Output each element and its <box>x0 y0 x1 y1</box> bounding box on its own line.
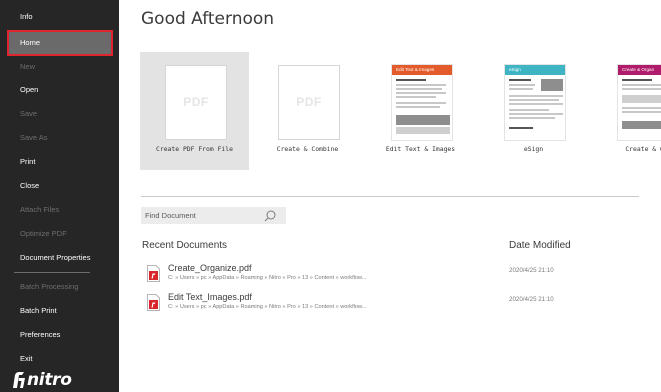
sidebar-item-batch-print[interactable]: Batch Print <box>8 299 112 323</box>
recent-documents-heading: Recent Documents <box>142 240 228 251</box>
date-modified-heading: Date Modified <box>509 240 571 251</box>
document-thumbnail: Create & Organ <box>617 64 661 141</box>
sidebar-item-document-properties[interactable]: Document Properties <box>8 246 112 270</box>
page-title: Good Afternoon <box>141 9 275 29</box>
sidebar-item-optimize-pdf[interactable]: Optimize PDF <box>8 222 112 246</box>
tile-label: Edit Text & Images <box>385 145 456 153</box>
tile-create-and-organize[interactable]: Create & Organ Create & Or <box>592 52 661 170</box>
find-document-search[interactable]: Find Document <box>141 207 286 224</box>
blank-pdf-thumbnail: PDF <box>165 65 227 140</box>
tile-esign[interactable]: eSign eSign <box>479 52 588 170</box>
sidebar-item-batch-processing[interactable]: Batch Processing <box>8 275 112 299</box>
main-panel: Good Afternoon PDF Create PDF From File … <box>119 0 661 392</box>
sidebar-item-print[interactable]: Print <box>8 150 112 174</box>
nitro-logo-icon <box>10 371 26 389</box>
document-name[interactable]: Create_Organize.pdf <box>168 263 252 273</box>
tile-label: Create & Combine <box>276 145 339 153</box>
sidebar-item-info[interactable]: Info <box>8 5 112 29</box>
sidebar-item-save[interactable]: Save <box>8 102 112 126</box>
recent-document-row[interactable]: Edit Text_Images.pdf C: » Users » pc » A… <box>141 291 621 317</box>
pdf-file-icon <box>147 265 160 282</box>
sidebar-divider <box>14 272 90 273</box>
document-path: C: » Users » pc » AppData » Roaming » Ni… <box>168 275 367 281</box>
blank-pdf-thumbnail: PDF <box>278 65 340 140</box>
document-thumbnail: Edit Text & Images <box>391 64 453 141</box>
sidebar-item-save-as[interactable]: Save As <box>8 126 112 150</box>
sidebar: Info Home New Open Save Save As Print Cl… <box>0 0 119 392</box>
document-name[interactable]: Edit Text_Images.pdf <box>168 292 252 302</box>
pdf-watermark-text: PDF <box>183 95 209 109</box>
recent-document-row[interactable]: Create_Organize.pdf C: » Users » pc » Ap… <box>141 262 621 288</box>
section-divider <box>141 196 639 197</box>
sidebar-item-open[interactable]: Open <box>8 78 112 102</box>
document-date: 2020/4/25 21:10 <box>509 267 554 274</box>
thumbnail-header: Edit Text & Images <box>392 65 452 75</box>
sidebar-item-close[interactable]: Close <box>8 174 112 198</box>
pdf-file-icon <box>147 294 160 311</box>
tile-create-pdf-from-file[interactable]: PDF Create PDF From File <box>140 52 249 170</box>
sidebar-item-new[interactable]: New <box>8 55 112 79</box>
tile-label: Create PDF From File <box>156 145 233 153</box>
tile-label: eSign <box>523 145 544 153</box>
sidebar-item-exit[interactable]: Exit <box>8 347 112 371</box>
thumbnail-header: Create & Organ <box>618 65 661 75</box>
document-date: 2020/4/25 21:10 <box>509 296 554 303</box>
sidebar-item-attach-files[interactable]: Attach Files <box>8 198 112 222</box>
tile-create-and-combine[interactable]: PDF Create & Combine <box>253 52 362 170</box>
document-path: C: » Users » pc » AppData » Roaming » Ni… <box>168 304 367 310</box>
sidebar-item-preferences[interactable]: Preferences <box>8 323 112 347</box>
search-input[interactable]: Find Document <box>141 211 263 220</box>
tile-label: Create & Or <box>625 145 661 153</box>
tile-edit-text-and-images[interactable]: Edit Text & Images Edit Text & Images <box>366 52 475 170</box>
pdf-watermark-text: PDF <box>296 95 322 109</box>
thumbnail-header: eSign <box>505 65 565 75</box>
document-thumbnail: eSign <box>504 64 566 141</box>
search-icon[interactable] <box>263 209 277 223</box>
nitro-logo-text: nitro <box>27 370 72 390</box>
sidebar-item-home[interactable]: Home <box>7 30 113 56</box>
nitro-logo: nitro <box>10 369 72 391</box>
